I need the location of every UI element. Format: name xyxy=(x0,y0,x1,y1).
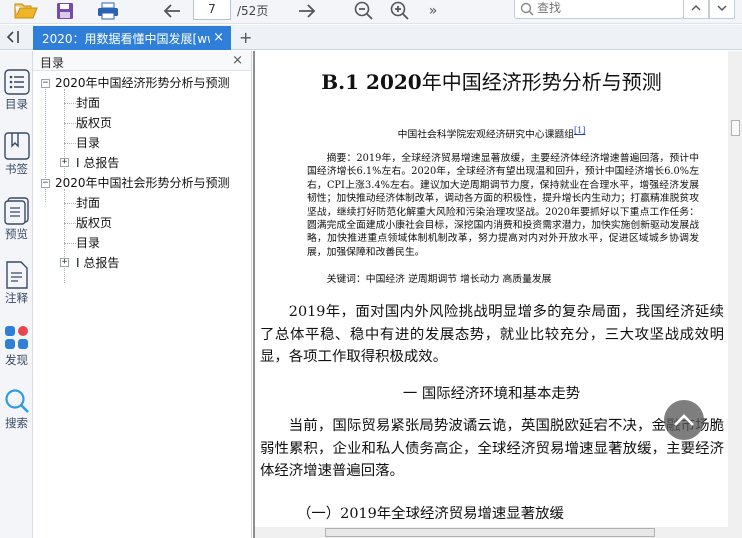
rail-label-toc: 目录 xyxy=(5,97,28,111)
left-rail: 目录 书签 预览 注释 发现 搜索 xyxy=(0,51,33,538)
search-previous-button[interactable] xyxy=(683,0,709,19)
outline-title: 目录 xyxy=(40,56,65,70)
author-name: 中国社会科学院宏观经济研究中心课题组 xyxy=(397,129,574,141)
horizontal-scrollbar[interactable] xyxy=(255,527,742,538)
discover-icon xyxy=(4,326,28,349)
body-paragraph-2: 当前，国际贸易紧张局势波谲云诡，英国脱欧延宕不决，金融市场脆弱性累积，企业和私人… xyxy=(260,418,724,479)
vertical-scroll-thumb[interactable] xyxy=(731,120,740,136)
more-tools-icon[interactable]: » xyxy=(425,0,441,22)
subsection-heading-1: （一）2019年全球经济贸易增速显著放缓 xyxy=(297,506,564,522)
rail-label-search: 搜索 xyxy=(5,416,28,430)
search-next-button[interactable] xyxy=(709,0,735,19)
rail-item-bookmark[interactable]: 书签 xyxy=(0,132,33,177)
rail-item-discover[interactable]: 发现 xyxy=(0,325,33,368)
horizontal-scroll-thumb[interactable] xyxy=(325,528,655,537)
page-number-input[interactable] xyxy=(193,0,231,20)
rail-item-annotation[interactable]: 注释 xyxy=(0,261,33,306)
section-heading-1: 一 国际经济环境和基本走势 xyxy=(402,386,581,402)
expander-expand-1[interactable]: + xyxy=(60,158,69,167)
next-page-icon[interactable] xyxy=(295,0,319,22)
vertical-scrollbar[interactable] xyxy=(728,51,742,527)
outline-header: 目录 × xyxy=(33,51,251,71)
outline-node-copyright[interactable]: 版权页 xyxy=(76,213,112,233)
print-icon[interactable] xyxy=(95,0,121,22)
tab-bar: 2020：用数据看懂中国发展[ww × + xyxy=(0,25,742,50)
expander-expand-2[interactable]: + xyxy=(60,258,69,267)
body-paragraph-1: 2019年，面对国内外风险挑战明显增多的复杂局面，我国经济延续了总体平稳、稳中有… xyxy=(260,304,724,365)
search-icon xyxy=(520,1,534,20)
keywords-text: 关键词：中国经济 逆周期调节 增长动力 高质量发展 xyxy=(326,274,552,285)
zoom-in-icon[interactable] xyxy=(389,0,411,22)
expander-collapse-2[interactable]: − xyxy=(41,179,50,188)
outline-node-cover[interactable]: 封面 xyxy=(76,193,100,213)
document-tab[interactable]: 2020：用数据看懂中国发展[ww × xyxy=(33,26,231,50)
outline-node-toc[interactable]: 目录 xyxy=(76,133,100,153)
rail-item-search[interactable]: 搜索 xyxy=(0,388,33,431)
rail-label-annotation: 注释 xyxy=(5,291,28,305)
search-box xyxy=(514,0,684,19)
page-total-label: /52页 xyxy=(237,4,269,18)
rail-item-toc[interactable]: 目录 xyxy=(0,69,33,112)
chevron-down-icon xyxy=(717,5,727,11)
outline-node-toc[interactable]: 目录 xyxy=(76,233,100,253)
rail-label-preview: 预览 xyxy=(5,227,28,241)
title-bold-part: B.1 2020 xyxy=(321,70,422,94)
annotation-icon xyxy=(5,261,28,289)
outline-node-book-society[interactable]: 2020年中国社会形势分析与预测 xyxy=(55,173,230,193)
author-line: 中国社会科学院宏观经济研究中心课题组[1] xyxy=(255,126,728,140)
add-tab-button[interactable]: + xyxy=(239,28,252,47)
abstract-text: 摘要：2019年，全球经济贸易增速显著放缓，主要经济体经济增速普遍回落，预计中国… xyxy=(307,153,699,258)
title-rest-part: 年中国经济形势分析与预测 xyxy=(421,70,662,94)
chevron-up-icon xyxy=(691,5,701,11)
document-title: B.1 2020年中国经济形势分析与预测 xyxy=(255,66,728,95)
chevron-up-icon xyxy=(674,414,694,426)
document-page: B.1 2020年中国经济形势分析与预测 中国社会科学院宏观经济研究中心课题组[… xyxy=(255,51,728,527)
back-to-top-button[interactable] xyxy=(664,400,704,440)
document-viewport[interactable]: B.1 2020年中国经济形势分析与预测 中国社会科学院宏观经济研究中心课题组[… xyxy=(253,51,742,538)
toc-icon xyxy=(3,69,30,95)
document-tab-title: 2020：用数据看懂中国发展[ww xyxy=(42,31,210,46)
search-input[interactable] xyxy=(537,0,677,17)
footnote-link[interactable]: [1] xyxy=(574,126,585,135)
open-folder-icon[interactable] xyxy=(13,0,39,22)
zoom-out-icon[interactable] xyxy=(353,0,375,22)
expander-collapse-1[interactable]: − xyxy=(41,79,50,88)
rail-label-bookmark: 书签 xyxy=(5,162,28,176)
preview-icon xyxy=(3,197,29,225)
outline-panel: 目录 × − 2020年中国经济形势分析与预测 封面 版权页 目录 + Ⅰ 总报… xyxy=(33,51,252,538)
search-icon xyxy=(4,389,29,413)
main-toolbar: /52页 » xyxy=(0,0,742,24)
rail-item-preview[interactable]: 预览 xyxy=(0,197,33,242)
outline-node-cover[interactable]: 封面 xyxy=(76,93,100,113)
outline-node-copyright[interactable]: 版权页 xyxy=(76,113,112,133)
save-icon[interactable] xyxy=(54,0,76,22)
outline-node-book-economy[interactable]: 2020年中国经济形势分析与预测 xyxy=(55,73,230,93)
close-outline-icon[interactable]: × xyxy=(232,53,243,68)
rail-label-discover: 发现 xyxy=(5,353,28,367)
bookmark-icon xyxy=(3,132,30,160)
outline-node-general-report[interactable]: Ⅰ 总报告 xyxy=(76,253,119,273)
collapse-sidebar-icon[interactable] xyxy=(4,29,22,45)
outline-node-general-report[interactable]: Ⅰ 总报告 xyxy=(76,153,119,173)
close-tab-icon[interactable]: × xyxy=(213,30,224,45)
previous-page-icon[interactable] xyxy=(160,0,184,22)
